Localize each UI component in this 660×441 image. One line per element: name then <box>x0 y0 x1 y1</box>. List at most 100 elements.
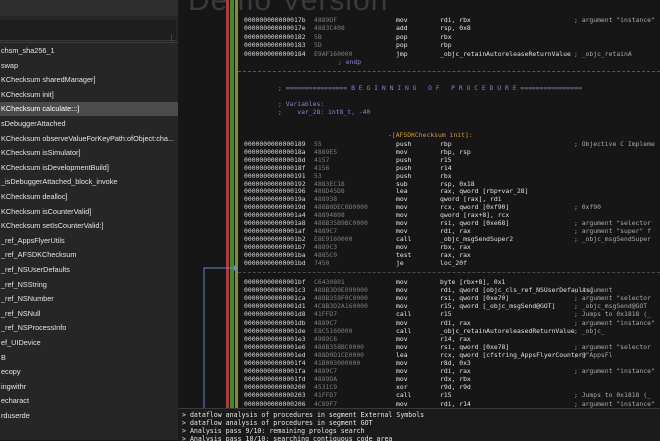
instruction-bytes: 4157 <box>314 155 330 164</box>
instruction-operands: _objc_retainAutoreleaseReturnValue <box>440 49 571 58</box>
instruction-comment: ; argument "selector <box>574 342 651 351</box>
sidebar-procedure-item[interactable]: KChecksum setIsCounterValid:] <box>0 219 178 233</box>
instruction-bytes: 4883EC18 <box>314 179 345 188</box>
procedure-separator <box>238 71 660 72</box>
sidebar-procedure-item[interactable]: rduserde <box>0 409 178 423</box>
sidebar-procedure-item[interactable]: ef_UIDevice <box>0 336 178 350</box>
sidebar-procedure-item[interactable]: echaract <box>0 394 178 408</box>
instruction-operands: rax, rax <box>440 250 471 259</box>
instruction-bytes: 4989C6 <box>314 334 338 343</box>
instruction-bytes: E9AF160000 <box>314 49 353 58</box>
instruction-mnemonic: mov <box>396 211 408 220</box>
instruction-operands: r15 <box>440 155 452 164</box>
instruction-bytes: 7450 <box>314 258 330 267</box>
instruction-address: 00000000000001fa <box>244 367 306 376</box>
instruction-bytes: 488B358BC0000 <box>314 342 365 351</box>
instruction-mnemonic: mov <box>396 219 408 227</box>
instruction-bytes: 48894808 <box>314 211 345 220</box>
instruction-comment: ; argument "instance" <box>574 16 655 24</box>
instruction-bytes: E8E9160000 <box>314 234 353 243</box>
sidebar-procedure-item[interactable]: KChecksum isSimulator] <box>0 146 178 160</box>
sidebar-procedure-item[interactable]: KChecksum isCounterValid] <box>0 205 178 219</box>
instruction-address: 000000000000018a <box>244 147 306 156</box>
instruction-mnemonic: pop <box>396 32 408 41</box>
instruction-mnemonic: mov <box>396 147 408 156</box>
sidebar-procedure-item[interactable]: ecopy <box>0 365 178 379</box>
instruction-bytes: 488D0D1CE0000 <box>314 350 365 359</box>
sidebar-procedure-item[interactable]: ingwithr <box>0 380 178 394</box>
instruction-comment: ; Objective C Impleme <box>574 140 655 148</box>
disassembly-view[interactable]: Demo Version 000000000000017b 4889DF mov rd… <box>178 0 660 410</box>
instruction-address: 0000000000000183 <box>244 41 306 50</box>
instruction-bytes: 4889C3 <box>314 242 338 251</box>
instruction-operands: rbp <box>440 41 452 50</box>
procedure-label[interactable]: -[AFSDKChecksum init]: <box>388 131 473 139</box>
instruction-address: 0000000000000192 <box>244 179 306 188</box>
sidebar-procedure-item[interactable]: sDebuggerAttached <box>0 117 178 131</box>
sidebar-procedure-item[interactable]: _ref_NSUserDefaults <box>0 263 178 277</box>
instruction-operands: rbp <box>440 140 452 148</box>
instruction-operands: _objc_msgSendSuper2 <box>440 234 514 243</box>
instruction-comment: ; _objc_msgSendSuper <box>574 234 651 243</box>
instruction-operands: r8d, 0x3 <box>440 359 471 367</box>
instruction-operands: rbp, rsp <box>440 147 471 156</box>
instruction-comment: ; _objc_msgSend@GOT <box>574 302 648 311</box>
instruction-mnemonic: mov <box>396 342 408 351</box>
sidebar-procedure-item[interactable]: swap <box>0 59 178 73</box>
log-line: > Analysis pass 9/10: remaining prologs … <box>182 427 365 435</box>
instruction-operands: rcx, qword [0xf90] <box>440 203 510 212</box>
instruction-mnemonic: mov <box>396 203 408 212</box>
sidebar-procedure-item[interactable]: KChecksum init] <box>0 88 178 102</box>
instruction-bytes: 488B3D9E090000 <box>314 286 368 295</box>
sidebar-procedure-item[interactable]: chsm_sha256_1 <box>0 44 178 58</box>
sidebar-procedure-item[interactable]: _ref_AppsFlyerUtils <box>0 234 178 248</box>
sidebar-procedure-item[interactable]: _ref_NSNumber <box>0 292 178 306</box>
instruction-mnemonic: push <box>396 140 412 148</box>
instruction-operands: loc_20f <box>440 258 467 267</box>
sidebar-procedure-item[interactable]: KChecksum dealloc] <box>0 190 178 204</box>
log-line: > dataflow analysis of procedures in seg… <box>182 419 373 427</box>
instruction-bytes: 53 <box>314 171 322 180</box>
sidebar-procedure-item[interactable]: _ref_NSNull <box>0 307 178 321</box>
sidebar-procedure-item[interactable]: B <box>0 351 178 365</box>
sidebar-procedure-item[interactable]: KChecksum isDevelopmentBuild] <box>0 161 178 175</box>
instruction-operands: rbx, rax <box>440 242 471 251</box>
sidebar-procedure-item[interactable]: _isDebuggerAttached_block_invoke <box>0 175 178 189</box>
instruction-address: 00000000000001fd <box>244 375 306 384</box>
procedure-search-field[interactable] <box>0 20 176 41</box>
sidebar-procedure-item[interactable]: _ref_NSProcessInfo <box>0 321 178 335</box>
instruction-address: 000000000000019a <box>244 195 306 204</box>
instruction-bytes: 5B <box>314 32 322 41</box>
instruction-mnemonic: mov <box>396 286 408 295</box>
instruction-address: 00000000000001f4 <box>244 359 306 367</box>
instruction-mnemonic: mov <box>396 399 408 408</box>
instruction-operands: rcx, qword [cfstring_AppsFlyerCounter] <box>440 350 587 359</box>
sidebar-procedure-item[interactable]: _ref_AFSDKChecksum <box>0 248 178 262</box>
instruction-bytes: 41B003000000 <box>314 359 361 367</box>
instruction-mnemonic: lea <box>396 350 408 359</box>
instruction-address: 00000000000001bf <box>244 278 306 286</box>
sidebar-procedure-item[interactable]: _ref_NSString <box>0 278 178 292</box>
instruction-address: 00000000000001a4 <box>244 211 306 220</box>
instruction-operands: rsp, 0x18 <box>440 179 475 188</box>
instruction-bytes: 488938 <box>314 195 338 204</box>
procedure-banner: ; ================ B E G I N N I N G O F… <box>278 84 582 92</box>
instruction-mnemonic: mov <box>396 195 408 204</box>
instruction-mnemonic: je <box>396 258 404 267</box>
instruction-operands: rbx <box>440 32 452 41</box>
instruction-address: 000000000000017b <box>244 16 306 24</box>
sidebar-procedure-item[interactable]: KChecksum sharedManager] <box>0 73 178 87</box>
instruction-operands: rsi, qword [0xe78] <box>440 342 510 351</box>
instruction-bytes: 4531C9 <box>314 383 338 392</box>
instruction-bytes: 41FFD7 <box>314 391 338 400</box>
sidebar-procedure-item[interactable]: KChecksum observeValueForKeyPath:ofObjec… <box>0 132 178 146</box>
instruction-operands: rdi, rax <box>440 226 471 235</box>
instruction-address: 0000000000000182 <box>244 32 306 41</box>
instruction-bytes: 4C89F7 <box>314 399 338 408</box>
sidebar-procedure-item[interactable]: KChecksum calculate:::] <box>0 102 178 117</box>
instruction-comment: ; _objc_ <box>574 326 605 335</box>
instruction-bytes: 488B0DEC0D0000 <box>314 203 368 212</box>
instruction-mnemonic: mov <box>396 294 408 303</box>
instruction-bytes: 55 <box>314 140 322 148</box>
instruction-operands: byte [rbx+8], 0x1 <box>440 278 506 286</box>
